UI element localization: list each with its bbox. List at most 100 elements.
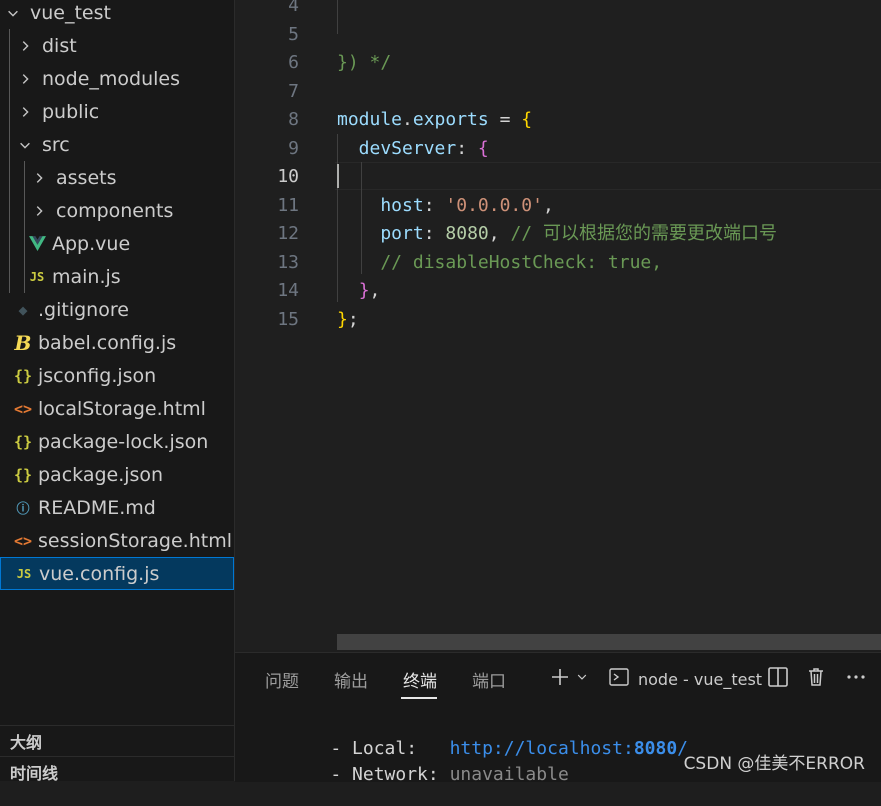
code-token: ,	[369, 280, 381, 301]
info-file-icon: ⓘ	[16, 502, 30, 517]
line-number: 6	[288, 52, 299, 73]
code-line: 9 devServer: {	[235, 135, 881, 163]
watermark: CSDN @佳美不ERROR	[683, 754, 865, 774]
horizontal-scrollbar[interactable]	[337, 634, 881, 650]
split-terminal-button[interactable]	[767, 663, 789, 695]
code-line: 10	[235, 163, 881, 191]
code-content: },	[337, 277, 381, 305]
explorer-root-folder[interactable]: vue_test	[0, 0, 234, 29]
line-number: 14	[277, 280, 299, 301]
tree-item-label: .gitignore	[38, 298, 129, 321]
tree-item-label: jsconfig.json	[38, 364, 157, 387]
panel-tab[interactable]: 问题	[265, 667, 299, 692]
network-label: - Network:	[330, 764, 439, 785]
tree-item[interactable]: JS main.js	[0, 260, 234, 293]
html-file-icon: <>	[13, 399, 33, 418]
code-content: devServer: {	[337, 135, 489, 163]
new-terminal-button[interactable]	[549, 663, 589, 695]
chevron-right-icon	[18, 72, 32, 86]
json-file-icon: {}	[13, 366, 33, 385]
timeline-section[interactable]: 时间线	[0, 756, 234, 781]
local-url-port: 8080	[633, 738, 678, 759]
tree-item[interactable]: <> sessionStorage.html	[0, 524, 234, 557]
chevron-down-icon	[6, 6, 20, 20]
code-content: // disableHostCheck: true,	[337, 249, 662, 277]
kill-terminal-button[interactable]	[805, 663, 827, 695]
tree-item-label: assets	[56, 166, 117, 189]
terminal-icon	[608, 666, 630, 693]
code-token: module	[337, 109, 403, 130]
code-token: // disableHostCheck: true,	[337, 251, 663, 273]
terminal-output-network: - Network: unavailable	[287, 743, 569, 806]
trash-icon	[805, 666, 827, 693]
tree-item[interactable]: JS vue.config.js	[0, 557, 234, 590]
timeline-section-title: 时间线	[10, 763, 59, 782]
more-actions-button[interactable]	[845, 663, 867, 695]
babel-file-icon: B	[14, 330, 32, 355]
code-editor[interactable]: 4 5 6}) */7 8 module.exports = {9 devServer:…	[235, 0, 881, 650]
tree-item-label: src	[42, 133, 70, 156]
tree-item-label: localStorage.html	[38, 397, 206, 420]
tree-item[interactable]: components	[0, 194, 234, 227]
code-content: host: '0.0.0.0',	[337, 192, 553, 220]
code-token: }	[358, 280, 370, 301]
code-content: module.exports = {	[337, 106, 532, 134]
js-file-icon: JS	[29, 269, 45, 284]
split-icon	[767, 666, 789, 693]
tree-item[interactable]: {} jsconfig.json	[0, 359, 234, 392]
tree-item-label: main.js	[52, 265, 121, 288]
panel-tab[interactable]: 输出	[334, 667, 368, 692]
tree-item[interactable]: <> localStorage.html	[0, 392, 234, 425]
line-number: 5	[288, 23, 299, 45]
chevron-right-icon	[18, 39, 32, 53]
tree-item[interactable]: public	[0, 95, 234, 128]
code-token: // 可以根据您的需要更改端口号	[510, 223, 777, 244]
line-number: 8	[288, 109, 299, 130]
code-token: .	[402, 109, 413, 130]
code-token: ;	[347, 308, 359, 330]
tree-item-label: sessionStorage.html	[38, 529, 232, 552]
tree-item[interactable]: assets	[0, 161, 234, 194]
network-value: unavailable	[449, 764, 569, 785]
ellipsis-icon	[845, 666, 867, 693]
code-line: 13 // disableHostCheck: true,	[235, 249, 881, 277]
chevron-right-icon	[18, 105, 32, 119]
code-line: 4	[235, 0, 881, 20]
panel-tab[interactable]: 端口	[472, 667, 506, 692]
code-token: ,	[488, 223, 511, 244]
code-token: =	[488, 109, 522, 130]
terminal-name: node - vue_test	[638, 669, 763, 689]
tree-item[interactable]: ⓘ README.md	[0, 491, 234, 524]
code-token: :	[423, 194, 446, 216]
tree-indent-guide	[24, 161, 25, 293]
html-file-icon: <>	[13, 531, 33, 550]
tree-indent-guide	[9, 29, 10, 293]
js-file-icon: JS	[16, 566, 32, 581]
line-number: 9	[288, 137, 299, 159]
code-content: port: 8080, // 可以根据您的需要更改端口号	[337, 220, 777, 248]
tree-item-label: App.vue	[52, 232, 131, 255]
tree-item[interactable]: node_modules	[0, 62, 234, 95]
tree-item[interactable]: App.vue	[0, 227, 234, 260]
tree-item-label: README.md	[38, 496, 156, 519]
code-content: }) */	[337, 49, 391, 77]
code-token: '0.0.0.0'	[445, 194, 543, 216]
tree-item[interactable]: Bbabel.config.js	[0, 326, 234, 359]
code-token: port	[337, 223, 424, 244]
tree-item[interactable]: ◆ .gitignore	[0, 293, 234, 326]
line-number: 13	[277, 251, 299, 273]
root-folder-label: vue_test	[30, 1, 111, 24]
code-line: 7	[235, 78, 881, 106]
line-number: 10	[277, 166, 299, 187]
outline-section[interactable]: 大纲	[0, 725, 234, 755]
terminal-selector[interactable]: node - vue_test	[608, 663, 762, 695]
panel-tab[interactable]: 终端	[403, 667, 437, 692]
tree-item[interactable]: dist	[0, 29, 234, 62]
tree-item[interactable]: {} package-lock.json	[0, 425, 234, 458]
tree-item-label: package-lock.json	[38, 430, 209, 453]
explorer-sidebar: vue_test dist node_modules public src assets…	[0, 0, 235, 781]
tree-item[interactable]: src	[0, 128, 234, 161]
code-content: };	[337, 306, 359, 334]
outline-section-title: 大纲	[10, 732, 43, 752]
tree-item[interactable]: {} package.json	[0, 458, 234, 491]
